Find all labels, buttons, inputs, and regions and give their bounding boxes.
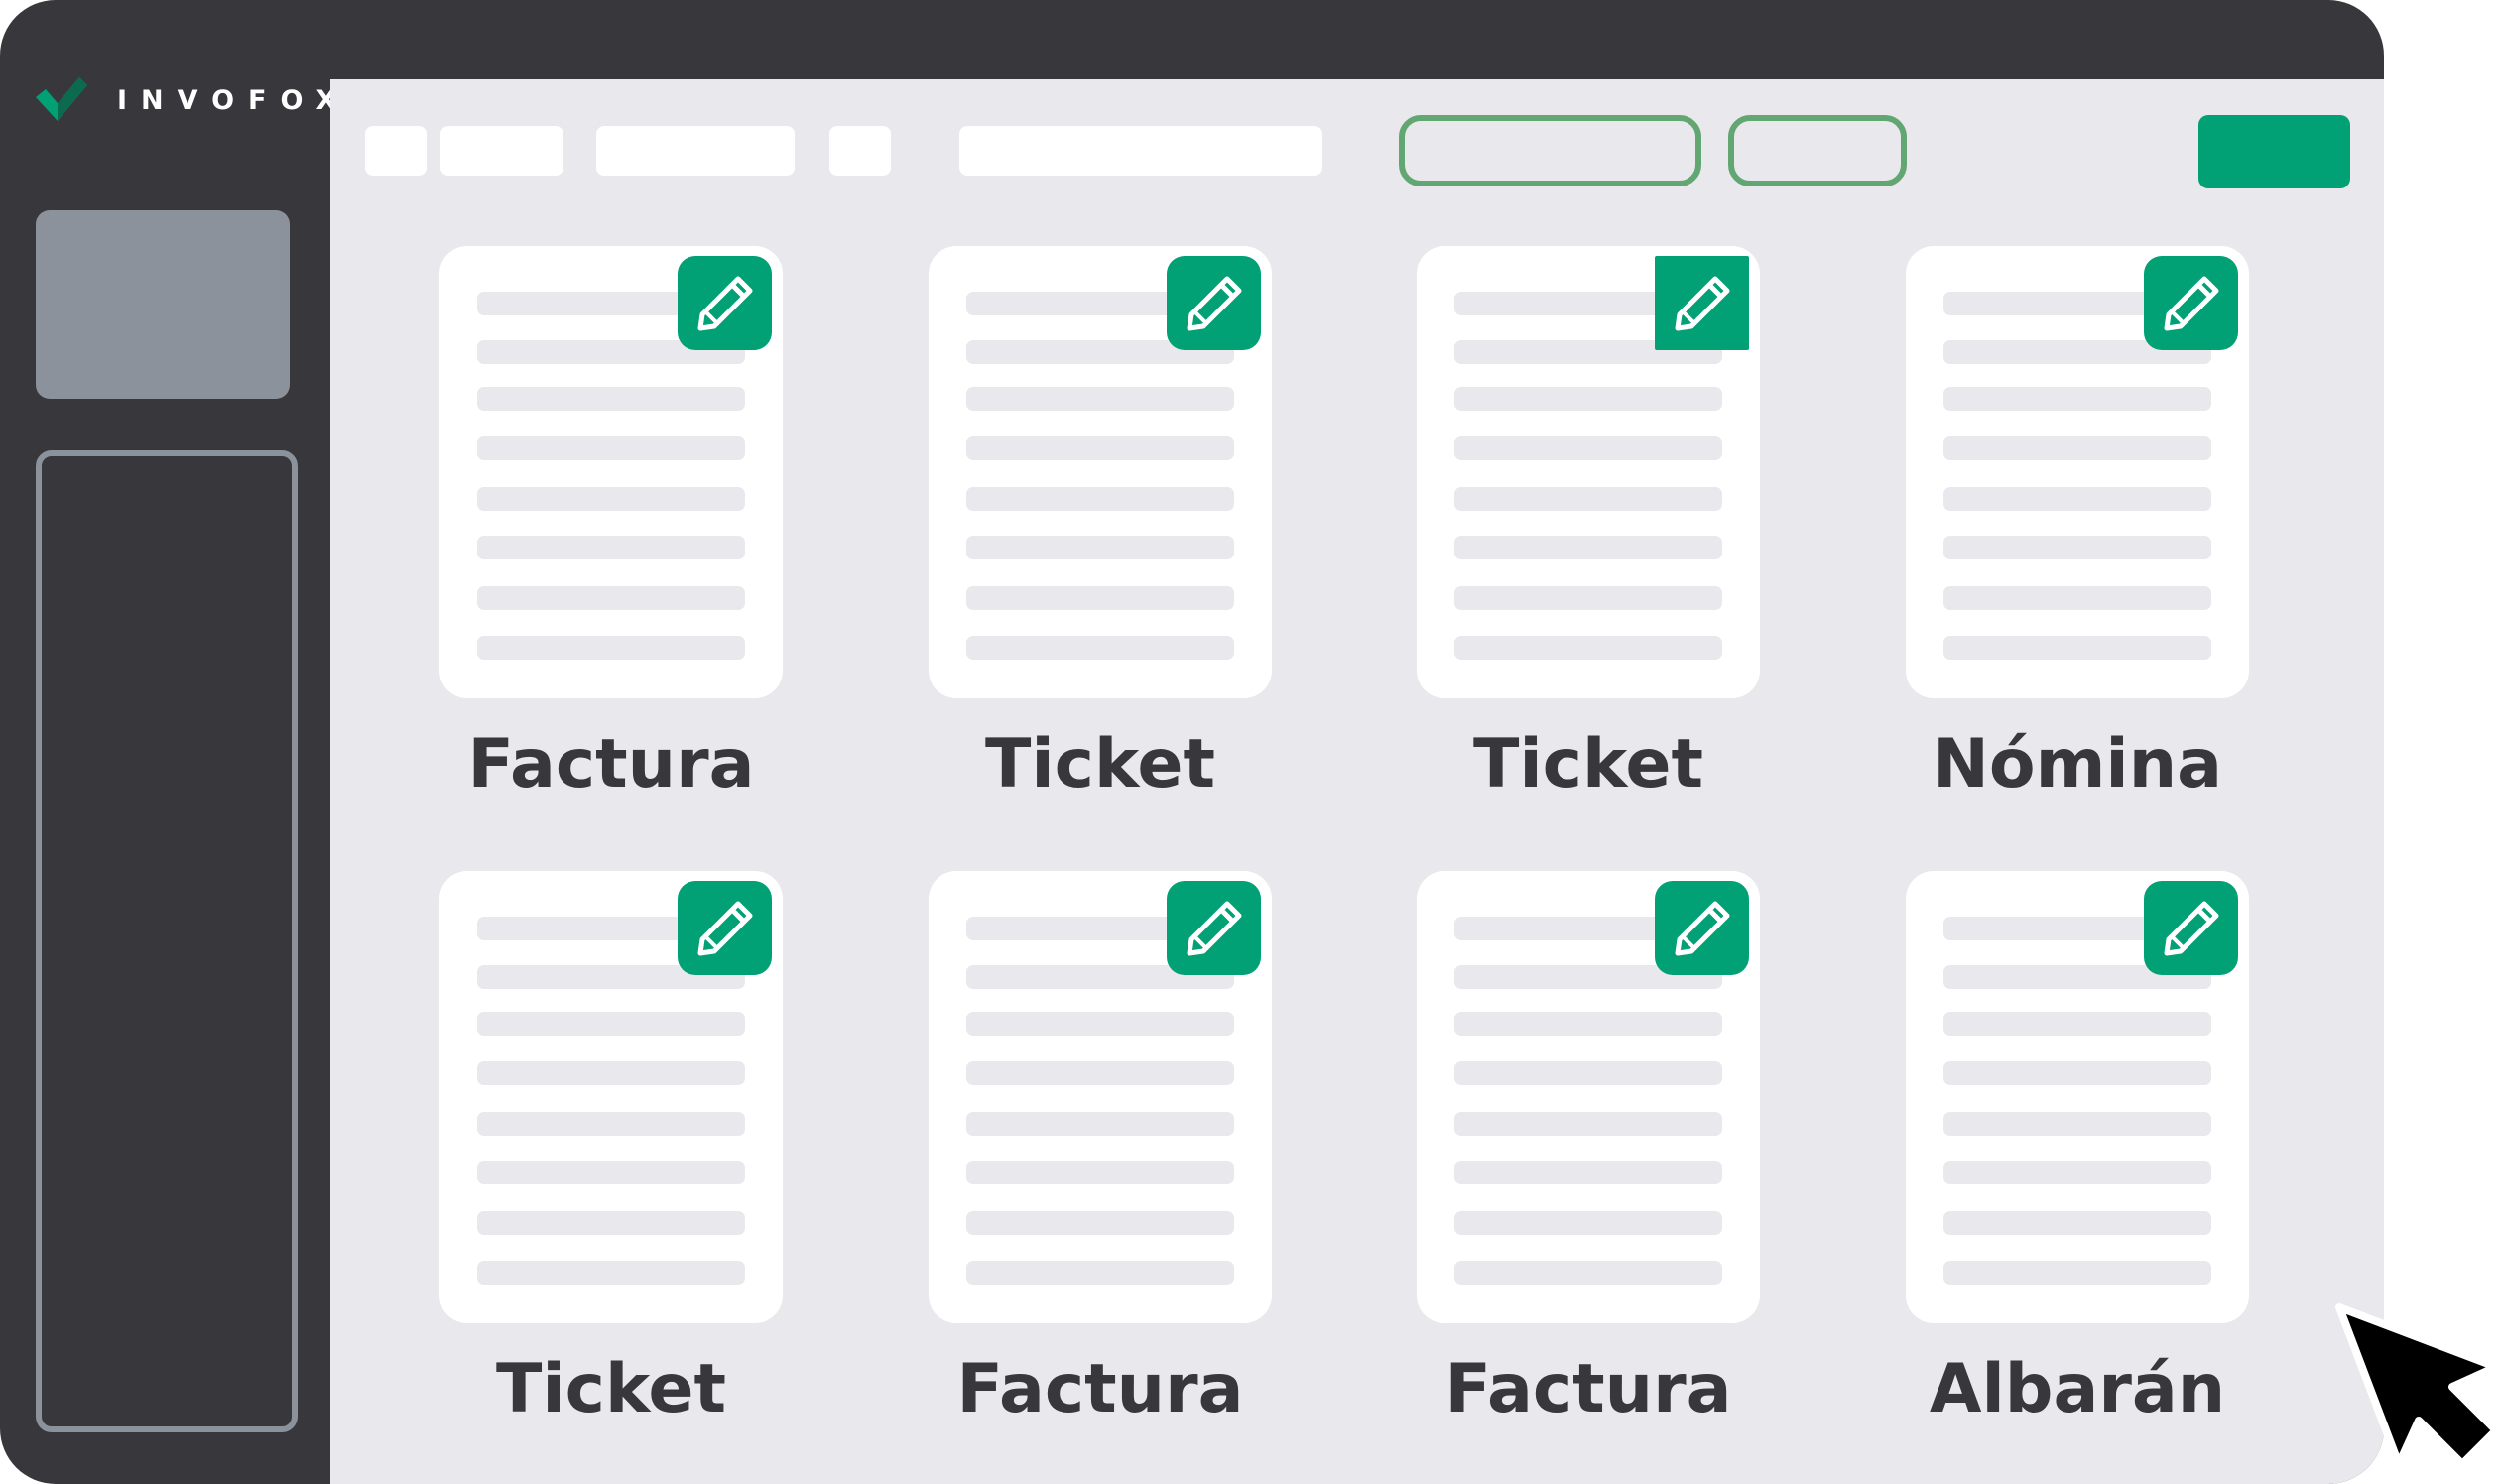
outline-button-1[interactable] bbox=[1399, 115, 1701, 186]
document-text-line bbox=[966, 536, 1234, 559]
document-text-line bbox=[966, 1012, 1234, 1036]
document-text-line bbox=[966, 586, 1234, 610]
sidebar-placeholder-panel[interactable] bbox=[36, 450, 298, 1432]
document-text-line bbox=[1943, 1161, 2211, 1184]
sidebar-placeholder-block[interactable] bbox=[36, 210, 290, 399]
document-type-label: Factura bbox=[956, 1350, 1244, 1428]
document-type-label: Ticket bbox=[1472, 725, 1704, 804]
document-text-line bbox=[1454, 636, 1722, 660]
logo-text: INVOFOX bbox=[117, 84, 351, 116]
logo[interactable]: INVOFOX bbox=[36, 77, 350, 123]
toolbar-placeholder-2[interactable] bbox=[440, 126, 563, 176]
pencil-icon bbox=[1675, 276, 1729, 330]
document-card[interactable] bbox=[929, 871, 1272, 1323]
document-text-line bbox=[1943, 636, 2211, 660]
pencil-icon bbox=[1675, 901, 1729, 955]
document-text-line bbox=[966, 436, 1234, 460]
document-text-line bbox=[1454, 1261, 1722, 1285]
document-text-line bbox=[1943, 586, 2211, 610]
document-text-line bbox=[1454, 436, 1722, 460]
document-text-line bbox=[1454, 1161, 1722, 1184]
pencil-icon bbox=[697, 901, 752, 955]
document-text-line bbox=[477, 387, 745, 411]
toolbar-placeholder-1[interactable] bbox=[365, 126, 427, 176]
document-text-line bbox=[477, 436, 745, 460]
edit-button[interactable] bbox=[1167, 881, 1261, 975]
document-text-line bbox=[966, 487, 1234, 511]
document-text-line bbox=[1454, 1112, 1722, 1136]
edit-button[interactable] bbox=[678, 881, 772, 975]
edit-button[interactable] bbox=[2144, 881, 2238, 975]
document-card[interactable] bbox=[1417, 246, 1760, 698]
document-card[interactable] bbox=[1906, 871, 2249, 1323]
document-text-line bbox=[1943, 1061, 2211, 1085]
document-text-line bbox=[1454, 1012, 1722, 1036]
document-text-line bbox=[966, 1061, 1234, 1085]
document-text-line bbox=[477, 1012, 745, 1036]
document-text-line bbox=[1454, 387, 1722, 411]
checkmark-logo-icon bbox=[36, 77, 87, 121]
document-text-line bbox=[477, 1261, 745, 1285]
document-text-line bbox=[1454, 487, 1722, 511]
document-text-line bbox=[477, 536, 745, 559]
document-text-line bbox=[1454, 1061, 1722, 1085]
mouse-cursor-icon bbox=[2335, 1303, 2500, 1468]
toolbar-placeholder-3[interactable] bbox=[596, 126, 795, 176]
document-text-line bbox=[477, 586, 745, 610]
toolbar-search-placeholder[interactable] bbox=[959, 126, 1322, 176]
document-text-line bbox=[1943, 436, 2211, 460]
document-type-label: Factura bbox=[467, 725, 755, 804]
document-text-line bbox=[1454, 586, 1722, 610]
pencil-icon bbox=[2164, 276, 2218, 330]
edit-button[interactable] bbox=[1655, 256, 1749, 350]
document-type-label: Factura bbox=[1444, 1350, 1732, 1428]
document-card[interactable] bbox=[439, 871, 783, 1323]
document-card[interactable] bbox=[1417, 871, 1760, 1323]
document-card[interactable] bbox=[439, 246, 783, 698]
pencil-icon bbox=[697, 276, 752, 330]
document-text-line bbox=[1943, 1211, 2211, 1235]
document-card[interactable] bbox=[1906, 246, 2249, 698]
document-type-label: Nómina bbox=[1932, 725, 2223, 804]
document-text-line bbox=[477, 1161, 745, 1184]
document-text-line bbox=[477, 636, 745, 660]
edit-button[interactable] bbox=[1167, 256, 1261, 350]
document-text-line bbox=[1943, 1012, 2211, 1036]
edit-button[interactable] bbox=[678, 256, 772, 350]
document-type-label: Ticket bbox=[495, 1350, 727, 1428]
document-text-line bbox=[1943, 1261, 2211, 1285]
document-text-line bbox=[1943, 387, 2211, 411]
pencil-icon bbox=[1187, 901, 1241, 955]
primary-button[interactable] bbox=[2198, 115, 2350, 188]
document-text-line bbox=[966, 1112, 1234, 1136]
document-type-label: Ticket bbox=[984, 725, 1216, 804]
document-type-label: Albarán bbox=[1929, 1350, 2226, 1428]
document-text-line bbox=[1943, 1112, 2211, 1136]
pencil-icon bbox=[1187, 276, 1241, 330]
document-text-line bbox=[1943, 487, 2211, 511]
document-text-line bbox=[477, 1061, 745, 1085]
toolbar-placeholder-4[interactable] bbox=[829, 126, 891, 176]
edit-button[interactable] bbox=[1655, 881, 1749, 975]
document-text-line bbox=[966, 636, 1234, 660]
document-text-line bbox=[966, 1211, 1234, 1235]
document-text-line bbox=[966, 1161, 1234, 1184]
document-text-line bbox=[966, 387, 1234, 411]
outline-button-2[interactable] bbox=[1728, 115, 1907, 186]
pencil-icon bbox=[2164, 901, 2218, 955]
edit-button[interactable] bbox=[2144, 256, 2238, 350]
app-window: INVOFOX Factura Ticket Ticket Nómina Ticket F… bbox=[0, 0, 2384, 1484]
document-text-line bbox=[966, 1261, 1234, 1285]
document-text-line bbox=[477, 1211, 745, 1235]
document-card[interactable] bbox=[929, 246, 1272, 698]
document-text-line bbox=[1454, 536, 1722, 559]
document-text-line bbox=[1454, 1211, 1722, 1235]
document-text-line bbox=[477, 1112, 745, 1136]
document-text-line bbox=[1943, 536, 2211, 559]
document-text-line bbox=[477, 487, 745, 511]
